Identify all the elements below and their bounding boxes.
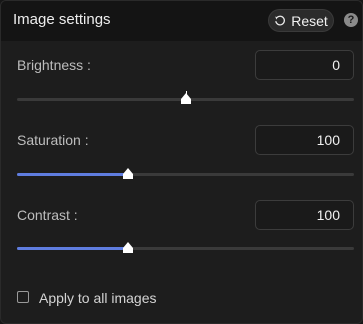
slider-thumb-icon[interactable] [179,92,193,106]
contrast-input[interactable]: 100 [255,200,354,230]
slider-thumb-icon[interactable] [121,167,135,181]
panel-title: Image settings [13,11,111,28]
brightness-slider[interactable] [17,91,354,104]
slider-thumb-icon[interactable] [121,241,135,255]
help-icon[interactable]: ? [344,13,358,27]
apply-all-checkbox[interactable] [17,291,29,303]
saturation-slider-fill [17,173,129,176]
saturation-label: Saturation : [17,132,89,148]
saturation-input[interactable]: 100 [255,125,354,155]
brightness-label: Brightness : [17,57,91,73]
panel-header: Image settings Reset ? [1,1,362,41]
contrast-label: Contrast : [17,207,78,223]
reset-label: Reset [291,12,328,29]
contrast-slider-fill [17,247,129,250]
saturation-slider[interactable] [17,168,354,179]
contrast-slider[interactable] [17,242,354,253]
apply-all-label[interactable]: Apply to all images [39,290,157,306]
reset-icon [275,15,286,25]
reset-button[interactable]: Reset [268,9,334,32]
image-settings-panel: Image settings Reset ? Brightness : 0 Sa… [0,0,363,324]
brightness-input[interactable]: 0 [255,50,354,80]
